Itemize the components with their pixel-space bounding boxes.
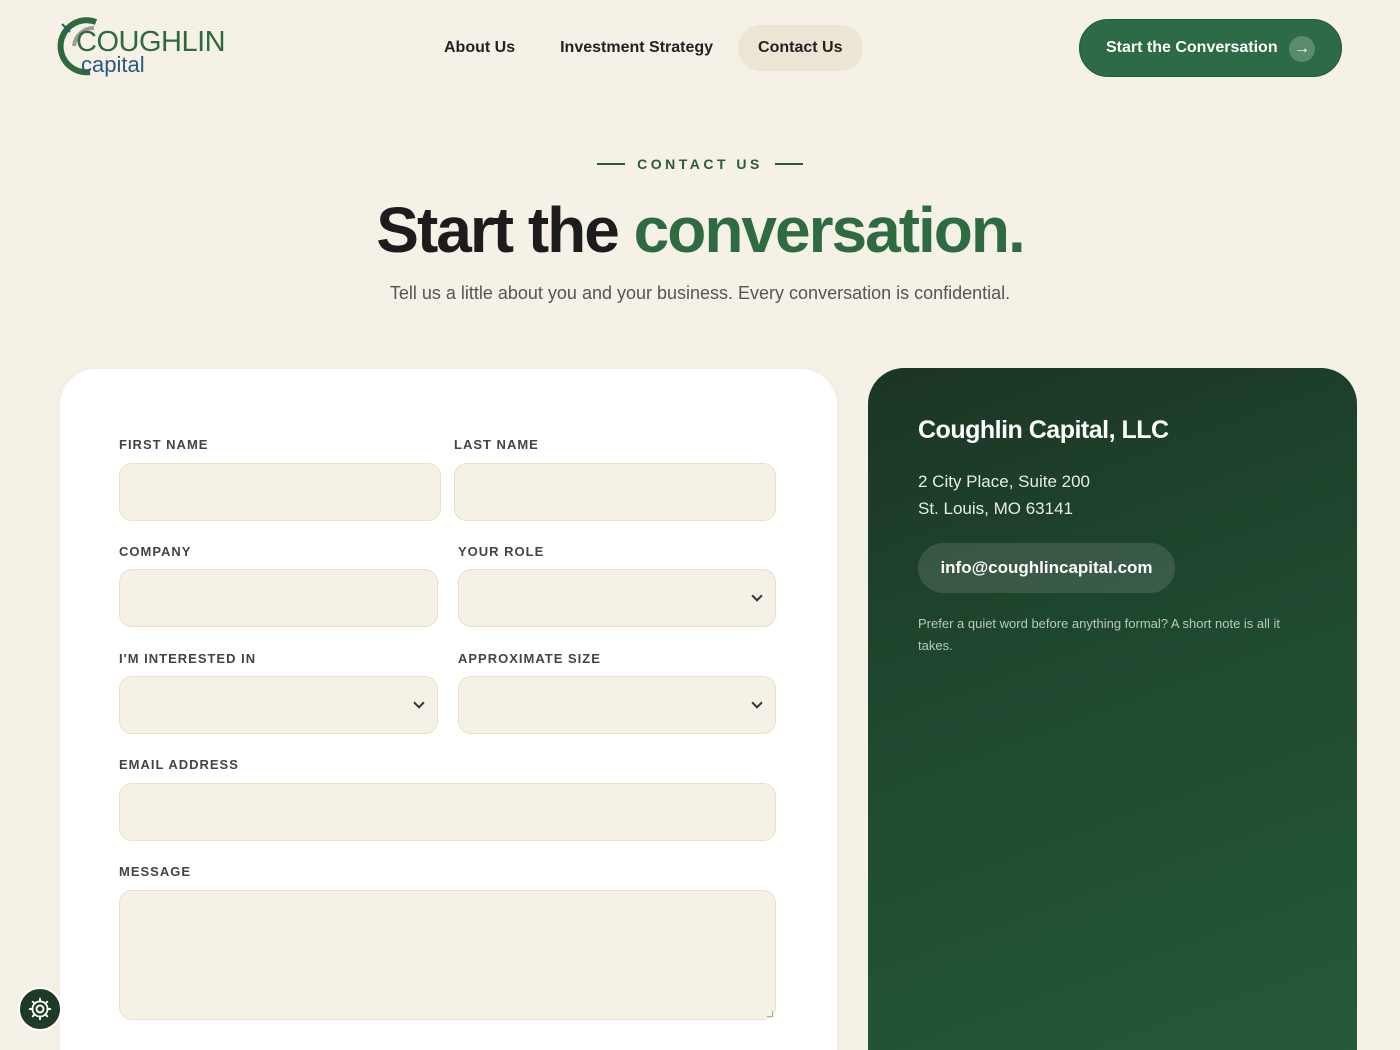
first-name-label: FIRST NAME <box>119 437 209 452</box>
arrow-right-icon: → <box>1289 36 1315 62</box>
nav-contact-us[interactable]: Contact Us <box>738 25 863 71</box>
site-header: COUGHLIN capital About Us Investment Str… <box>0 0 1400 96</box>
chevron-down-icon <box>751 590 763 602</box>
section-eyebrow: CONTACT US <box>0 156 1400 172</box>
settings-button[interactable] <box>18 987 62 1031</box>
nav-investment-strategy[interactable]: Investment Strategy <box>540 25 733 71</box>
company-name: Coughlin Capital, LLC <box>918 416 1169 444</box>
message-label: MESSAGE <box>119 864 192 879</box>
message-textarea[interactable] <box>119 890 776 1020</box>
eyebrow-label: CONTACT US <box>637 156 763 172</box>
eyebrow-dash-right <box>774 163 803 165</box>
company-input[interactable] <box>119 569 438 627</box>
chevron-down-icon <box>413 697 425 709</box>
start-conversation-button[interactable]: Start the Conversation → <box>1079 19 1342 77</box>
cta-label: Start the Conversation <box>1106 39 1278 56</box>
last-name-input[interactable] <box>454 463 776 521</box>
role-label: YOUR ROLE <box>458 544 545 559</box>
main-nav: About Us Investment Strategy Contact Us <box>424 25 868 71</box>
logo-subtext: capital <box>81 52 145 77</box>
logo[interactable]: COUGHLIN capital <box>56 16 226 82</box>
last-name-label: LAST NAME <box>454 437 539 452</box>
contact-info-panel: Coughlin Capital, LLC 2 City Place, Suit… <box>868 368 1357 1050</box>
interest-select[interactable] <box>119 676 438 734</box>
chevron-down-icon <box>751 697 763 709</box>
company-label: COMPANY <box>119 544 192 559</box>
resize-handle-icon[interactable] <box>767 1011 773 1017</box>
size-select[interactable] <box>458 676 776 734</box>
page-title: Start the conversation. <box>0 192 1400 268</box>
address-line-2: St. Louis, MO 63141 <box>918 499 1073 518</box>
address-line-1: 2 City Place, Suite 200 <box>918 472 1090 491</box>
page: COUGHLIN capital About Us Investment Str… <box>0 0 1400 1050</box>
eyebrow-dash-left <box>597 163 626 165</box>
gear-icon <box>28 997 52 1021</box>
size-label: APPROXIMATE SIZE <box>458 651 601 666</box>
title-accent-part: conversation. <box>633 194 1026 266</box>
interest-label: I'M INTERESTED IN <box>119 651 257 666</box>
title-dark-part: Start the <box>376 194 620 266</box>
contact-form: FIRST NAME LAST NAME COMPANY YOUR ROLE I… <box>60 369 837 1050</box>
nav-about-us[interactable]: About Us <box>424 25 535 71</box>
first-name-input[interactable] <box>119 463 441 521</box>
info-note: Prefer a quiet word before anything form… <box>918 616 1281 653</box>
email-label: EMAIL ADDRESS <box>119 757 239 772</box>
email-link[interactable]: info@coughlincapital.com <box>918 543 1175 593</box>
email-input[interactable] <box>119 783 776 841</box>
role-select[interactable] <box>458 569 776 627</box>
page-subtitle: Tell us a little about you and your busi… <box>389 283 1011 303</box>
